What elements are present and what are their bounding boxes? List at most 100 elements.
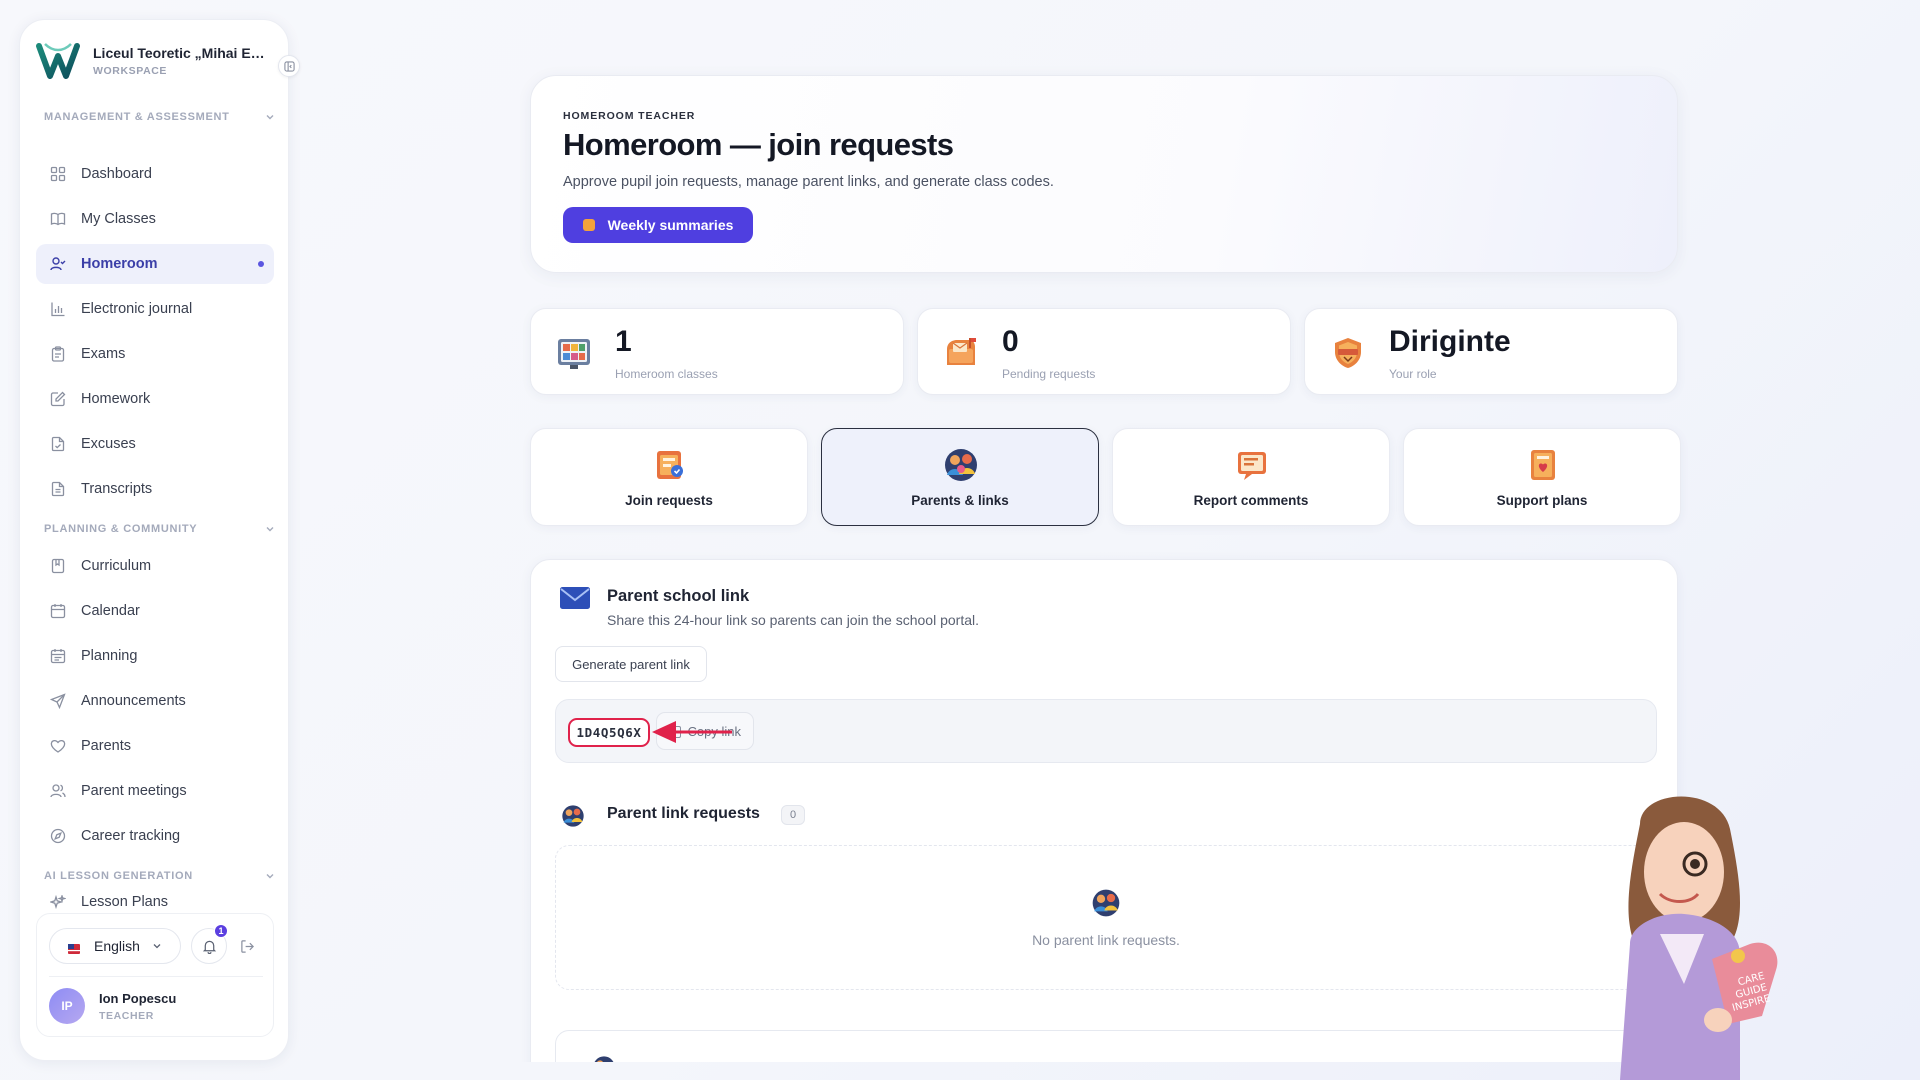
tab-label: Report comments xyxy=(1193,493,1309,508)
sidebar-collapse-icon xyxy=(283,60,295,72)
sidebar-item-label: Parent meetings xyxy=(81,783,187,799)
sidebar: Liceul Teoretic „Mihai Eminescu” WORKSPA… xyxy=(19,19,289,1061)
book-icon xyxy=(49,210,67,228)
sidebar-item-label: Parents xyxy=(81,738,131,754)
sidebar-item-label: My Classes xyxy=(81,211,156,227)
tab-label: Support plans xyxy=(1496,493,1588,508)
calendar-icon xyxy=(49,602,67,620)
notifications-button[interactable]: 1 xyxy=(191,924,228,964)
sidebar-item-my-classes[interactable]: My Classes xyxy=(36,199,274,239)
workspace-logo-icon xyxy=(36,43,80,79)
section-label: PLANNING & COMMUNITY xyxy=(44,523,198,535)
heart-icon xyxy=(49,737,67,755)
tab-report-comments[interactable]: Report comments xyxy=(1112,428,1390,526)
summary-calendar-icon xyxy=(582,219,595,231)
language-label: English xyxy=(94,938,140,954)
file-text-icon xyxy=(49,480,67,498)
chevron-down-icon xyxy=(266,874,274,879)
weekly-summaries-button[interactable]: Weekly summaries xyxy=(563,207,753,243)
section-ai-lesson-generation[interactable]: AI LESSON GENERATION xyxy=(44,867,276,885)
logout-icon xyxy=(240,939,254,953)
sidebar-footer: English 1 IP Ion Popescu TEACHER xyxy=(36,913,274,1037)
workspace-name: Liceul Teoretic „Mihai Eminescu” xyxy=(93,45,275,61)
classroom-board-icon xyxy=(558,339,590,369)
stat-label: Pending requests xyxy=(1002,367,1096,381)
sidebar-item-parent-meetings[interactable]: Parent meetings xyxy=(36,771,274,811)
sidebar-item-lesson-plans[interactable]: Lesson Plans xyxy=(36,890,274,912)
sidebar-item-dashboard[interactable]: Dashboard xyxy=(36,154,274,194)
empty-state-text: No parent link requests. xyxy=(1032,932,1180,948)
notification-badge: 1 xyxy=(214,924,228,938)
family-icon xyxy=(594,1056,614,1062)
page-header: HOMEROOM TEACHER Homeroom — join request… xyxy=(530,75,1678,273)
user-check-icon xyxy=(49,255,67,273)
parents-links-panel: Parent school link Share this 24-hour li… xyxy=(530,559,1678,1062)
sidebar-item-planning[interactable]: Planning xyxy=(36,636,274,676)
stat-your-role: Diriginte Your role xyxy=(1304,308,1678,395)
grid-icon xyxy=(49,165,67,183)
section-title: Parent school link xyxy=(607,587,750,605)
mailbox-icon xyxy=(947,338,976,365)
section-label: MANAGEMENT & ASSESSMENT xyxy=(44,111,230,123)
stat-pending-requests: 0 Pending requests xyxy=(917,308,1291,395)
section-planning-community[interactable]: PLANNING & COMMUNITY xyxy=(44,520,276,538)
tab-label: Parents & links xyxy=(911,493,1009,508)
workspace-label: WORKSPACE xyxy=(93,65,168,77)
parent-requests-empty-state: No parent link requests. xyxy=(555,845,1657,990)
sidebar-item-label: Planning xyxy=(81,648,138,664)
sidebar-item-label: Lesson Plans xyxy=(81,894,169,910)
tab-parents-links[interactable]: Parents & links xyxy=(821,428,1099,526)
sidebar-item-homework[interactable]: Homework xyxy=(36,379,274,419)
avatar: IP xyxy=(49,988,85,1024)
bar-chart-icon xyxy=(49,300,67,318)
stat-homeroom-classes: 1 Homeroom classes xyxy=(530,308,904,395)
section-management-assessment[interactable]: MANAGEMENT & ASSESSMENT xyxy=(44,108,276,126)
workspace-switcher[interactable]: Liceul Teoretic „Mihai Eminescu” WORKSPA… xyxy=(35,37,280,85)
sidebar-item-label: Career tracking xyxy=(81,828,181,844)
generate-parent-link-button[interactable]: Generate parent link xyxy=(555,646,707,682)
comment-board-icon xyxy=(1238,452,1266,480)
logout-button[interactable] xyxy=(235,934,259,958)
flag-icon xyxy=(68,941,80,954)
next-section-card xyxy=(555,1030,1657,1062)
sidebar-item-parents[interactable]: Parents xyxy=(36,726,274,766)
parent-link-code[interactable]: 1D4Q5Q6X xyxy=(568,718,650,747)
user-profile[interactable]: IP Ion Popescu TEACHER xyxy=(49,988,176,1024)
shield-badge-icon xyxy=(1335,338,1361,368)
sidebar-item-homeroom[interactable]: Homeroom xyxy=(36,244,274,284)
sidebar-item-electronic-journal[interactable]: Electronic journal xyxy=(36,289,274,329)
main-content: HOMEROOM TEACHER Homeroom — join request… xyxy=(520,0,1690,1062)
sidebar-item-career-tracking[interactable]: Career tracking xyxy=(36,816,274,856)
sidebar-item-label: Homework xyxy=(81,391,151,407)
support-notebook-icon xyxy=(1531,450,1555,480)
sparkles-icon xyxy=(49,894,67,912)
sidebar-item-transcripts[interactable]: Transcripts xyxy=(36,469,274,509)
stat-value: 1 xyxy=(615,325,632,358)
sidebar-item-label: Homeroom xyxy=(81,256,158,272)
sidebar-item-label: Electronic journal xyxy=(81,301,193,317)
sidebar-item-announcements[interactable]: Announcements xyxy=(36,681,274,721)
section-subtitle: Share this 24-hour link so parents can j… xyxy=(607,612,979,628)
parent-requests-title: Parent link requests xyxy=(607,805,760,822)
page-title: Homeroom — join requests xyxy=(563,127,954,162)
family-icon xyxy=(945,449,977,481)
sidebar-item-excuses[interactable]: Excuses xyxy=(36,424,274,464)
sidebar-item-curriculum[interactable]: Curriculum xyxy=(36,546,274,586)
tab-support-plans[interactable]: Support plans xyxy=(1403,428,1681,526)
envelope-icon xyxy=(560,587,590,609)
compass-icon xyxy=(49,827,67,845)
sidebar-item-calendar[interactable]: Calendar xyxy=(36,591,274,631)
language-select[interactable]: English xyxy=(49,928,181,964)
tab-join-requests[interactable]: Join requests xyxy=(530,428,808,526)
sidebar-item-label: Announcements xyxy=(81,693,186,709)
bookmark-book-icon xyxy=(49,557,67,575)
users-icon xyxy=(49,782,67,800)
chevron-down-icon xyxy=(266,115,274,120)
family-icon xyxy=(562,805,584,827)
section-label: AI LESSON GENERATION xyxy=(44,870,193,882)
sidebar-item-exams[interactable]: Exams xyxy=(36,334,274,374)
sidebar-collapse-button[interactable] xyxy=(278,55,300,77)
page-eyebrow: HOMEROOM TEACHER xyxy=(563,110,696,122)
request-form-icon xyxy=(657,451,683,479)
parent-requests-count: 0 xyxy=(781,805,805,825)
